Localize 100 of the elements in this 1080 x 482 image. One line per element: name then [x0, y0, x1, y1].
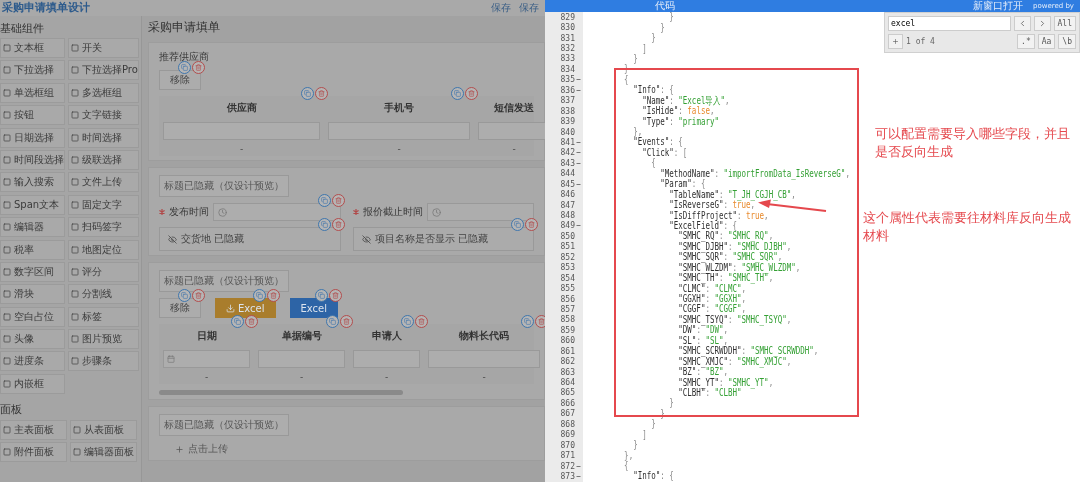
fold-icon[interactable]	[576, 87, 581, 93]
component-item[interactable]: 内嵌框	[0, 373, 65, 394]
component-item[interactable]: 文本框	[0, 38, 65, 58]
fold-icon[interactable]	[576, 473, 581, 479]
time-field[interactable]	[213, 203, 341, 221]
code-line: {	[650, 158, 656, 169]
copy-button[interactable]	[521, 315, 534, 328]
component-item[interactable]: 数字区间	[0, 261, 65, 282]
form-title: 采购申请填单	[148, 19, 220, 36]
square-icon	[3, 379, 11, 388]
square-icon	[3, 155, 11, 164]
component-item[interactable]: 空白占位	[0, 306, 65, 327]
open-window-link[interactable]: 新窗口打开	[972, 1, 1023, 11]
square-icon	[3, 245, 11, 254]
line-number: 851	[560, 242, 575, 252]
component-item[interactable]: 从表面板	[70, 419, 137, 440]
component-item[interactable]: 附件面板	[0, 442, 67, 463]
clock-icon	[218, 207, 227, 217]
copy-button[interactable]	[301, 87, 314, 100]
search-option[interactable]: .*	[1017, 34, 1035, 49]
component-item[interactable]: 扫码签字	[68, 217, 139, 238]
line-number: 858	[560, 315, 575, 325]
component-item[interactable]: 分割线	[68, 284, 139, 305]
hidden-field[interactable]: 项目名称是否显示 已隐藏	[352, 227, 534, 251]
component-item[interactable]: 税率	[0, 239, 65, 260]
copy-icon	[255, 292, 263, 299]
component-item[interactable]: 图片预览	[68, 329, 139, 350]
component-item[interactable]: 步骤条	[68, 351, 139, 372]
component-item[interactable]: 文字链接	[68, 105, 139, 126]
component-item[interactable]: 文件上传	[68, 172, 139, 193]
component-item[interactable]: 下拉选择	[0, 60, 65, 81]
delete-button[interactable]	[415, 315, 428, 328]
annotation-text: 这个属性代表需要往材料库反向生成材料	[863, 209, 1072, 245]
previous-button[interactable]	[1013, 16, 1031, 31]
fold-icon[interactable]	[576, 139, 581, 145]
save-link[interactable]: 保存	[519, 2, 539, 14]
component-item[interactable]: 头像	[0, 329, 65, 350]
expand-button[interactable]	[888, 34, 903, 49]
trash-icon	[248, 318, 255, 325]
excel-button[interactable]: Excel	[215, 298, 276, 318]
copy-button[interactable]	[451, 87, 464, 100]
date-field[interactable]	[163, 350, 250, 368]
component-item[interactable]: 日期选择	[0, 127, 65, 148]
component-item[interactable]: 标签	[68, 306, 139, 327]
component-item[interactable]: Span文本	[0, 194, 65, 215]
fold-icon[interactable]	[576, 223, 581, 229]
component-item[interactable]: 输入搜索	[0, 172, 65, 193]
fold-icon[interactable]	[576, 463, 581, 469]
copy-button[interactable]	[401, 315, 414, 328]
delete-button[interactable]	[315, 87, 328, 100]
fold-icon[interactable]	[576, 77, 581, 83]
input-field[interactable]	[478, 122, 545, 140]
search-field[interactable]: excel	[888, 16, 1011, 31]
component-item[interactable]: 下拉选择Pro	[68, 60, 139, 81]
component-item[interactable]: 固定文字	[68, 194, 139, 215]
component-item[interactable]: 多选框组	[68, 82, 139, 103]
fold-icon[interactable]	[576, 181, 581, 187]
delete-button[interactable]	[331, 194, 345, 207]
delete-button[interactable]	[329, 289, 342, 302]
code-menu[interactable]: 代码	[655, 1, 675, 11]
trash-icon	[195, 292, 202, 299]
remove-button[interactable]: 移除	[159, 298, 201, 318]
scrollbar[interactable]	[159, 390, 403, 395]
square-icon	[71, 155, 79, 164]
next-button[interactable]	[1033, 16, 1051, 31]
component-item[interactable]: 地图定位	[68, 239, 139, 260]
hidden-field[interactable]: 交货地 已隐藏	[159, 227, 341, 251]
component-item[interactable]: 编辑器	[0, 217, 65, 238]
component-item[interactable]: 按钮	[0, 105, 65, 126]
component-item[interactable]: 滑块	[0, 284, 65, 305]
save-link[interactable]: 保存	[491, 2, 511, 14]
copy-button[interactable]	[326, 315, 339, 328]
copy-button[interactable]	[317, 194, 331, 207]
component-item[interactable]: 评分	[68, 261, 139, 282]
calendar-icon	[167, 355, 175, 363]
component-item[interactable]: 开关	[68, 38, 139, 58]
remove-button[interactable]: 移除	[159, 70, 201, 90]
line-number: 843	[560, 158, 575, 168]
delete-button[interactable]	[340, 315, 353, 328]
line-number: 847	[560, 200, 575, 210]
code-line: "SMHC_TSYQ": "SMHC_TSYQ",	[677, 314, 792, 325]
delete-button[interactable]	[465, 87, 478, 100]
component-item[interactable]: 时间选择	[68, 127, 139, 148]
time-field[interactable]	[426, 203, 534, 221]
component-item[interactable]: 主表面板	[0, 419, 67, 440]
search-option[interactable]: Aa	[1037, 34, 1056, 49]
delete-button[interactable]	[192, 61, 205, 74]
component-item[interactable]: 时间段选择	[0, 149, 65, 170]
column-header: 手机号	[383, 101, 415, 115]
all-button[interactable]: All	[1053, 16, 1076, 31]
component-item[interactable]: 级联选择	[68, 149, 139, 170]
match-count: 1 of 4	[906, 37, 936, 46]
fold-icon[interactable]	[576, 160, 581, 166]
search-option[interactable]: \b	[1058, 34, 1076, 49]
code-line: "SMHC_WLZDM": "SMHC_WLZDM",	[677, 262, 801, 273]
component-item[interactable]: 单选框组	[0, 82, 65, 103]
fold-icon[interactable]	[576, 150, 581, 156]
component-item[interactable]: 编辑器面板	[70, 442, 137, 463]
component-item[interactable]: 进度条	[0, 351, 65, 372]
excel-button[interactable]: Excel	[289, 298, 338, 318]
